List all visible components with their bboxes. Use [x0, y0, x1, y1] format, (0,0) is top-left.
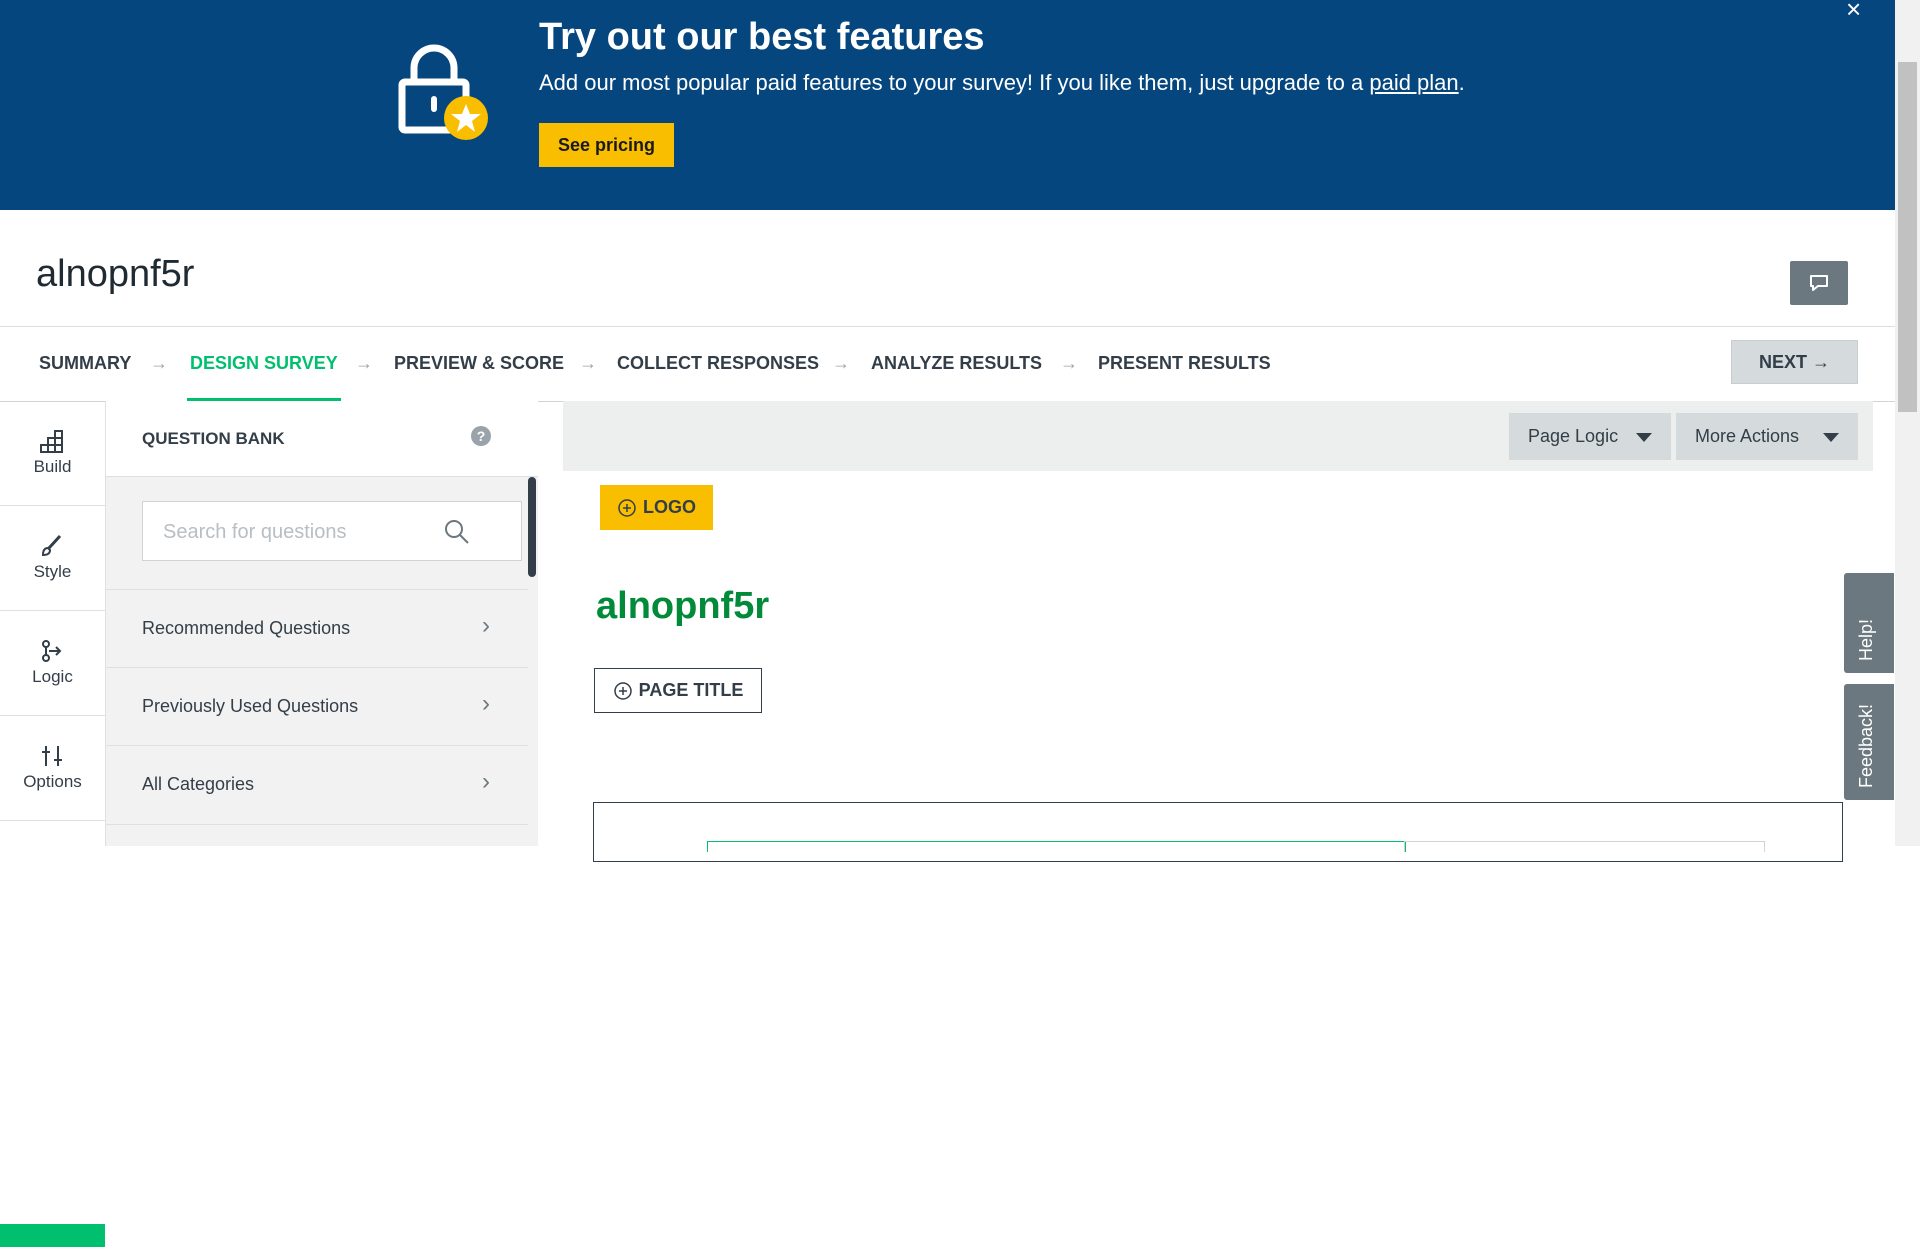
add-logo-button[interactable]: LOGO: [600, 485, 713, 530]
logic-icon: [42, 640, 62, 662]
options-icon: [42, 746, 62, 766]
survey-page: LOGO alnopnf5r PAGE TITLE: [563, 471, 1873, 862]
rail-active-item[interactable]: [0, 1224, 105, 1247]
survey-title: alnopnf5r: [36, 253, 195, 295]
question-type-field[interactable]: [1404, 841, 1765, 852]
comments-button[interactable]: [1790, 261, 1848, 305]
promo-banner: Try out our best features Add our most p…: [0, 0, 1895, 210]
all-categories-label: All Categories: [142, 774, 255, 794]
feedback-tab-label: Feedback!: [1856, 703, 1876, 788]
page-title-button-label: PAGE TITLE: [638, 679, 744, 700]
step-preview-score[interactable]: PREVIEW & SCORE: [394, 327, 564, 401]
previously-used-questions-label: Previously Used Questions: [142, 696, 359, 716]
arrow-right-icon: →: [1812, 351, 1831, 372]
brush-icon: [41, 534, 62, 557]
question-bank-header: QUESTION BANK ?: [106, 401, 538, 477]
all-categories-row[interactable]: All Categories ›: [106, 745, 528, 825]
question-field[interactable]: [707, 841, 1406, 852]
rail-style-label: Style: [33, 562, 72, 581]
help-tab-label: Help!: [1856, 618, 1876, 661]
recommended-questions-row[interactable]: Recommended Questions ›: [106, 589, 528, 668]
help-tab[interactable]: Help!: [1844, 573, 1894, 673]
step-arrow-icon: →: [579, 353, 597, 373]
rail-options-label: Options: [23, 772, 82, 791]
question-search-box[interactable]: [142, 501, 522, 561]
step-arrow-icon: →: [355, 353, 373, 373]
plus-circle-icon: [618, 499, 636, 517]
rail-logic[interactable]: Logic: [0, 611, 105, 716]
chevron-right-icon: ›: [482, 690, 490, 717]
next-button[interactable]: NEXT →: [1731, 340, 1858, 384]
rail-options[interactable]: Options: [0, 716, 105, 821]
banner-text-end: .: [1458, 70, 1465, 95]
lock-star-icon: [398, 44, 488, 140]
step-design-survey[interactable]: DESIGN SURVEY: [187, 327, 341, 401]
more-actions-button[interactable]: More Actions: [1676, 413, 1858, 460]
step-present-results[interactable]: PRESENT RESULTS: [1098, 327, 1271, 401]
previously-used-questions-row[interactable]: Previously Used Questions ›: [106, 667, 528, 746]
close-banner-icon[interactable]: ×: [1846, 0, 1861, 25]
help-icon[interactable]: ?: [471, 426, 491, 446]
recommended-questions-label: Recommended Questions: [142, 618, 351, 638]
banner-text: Add our most popular paid features to yo…: [539, 70, 1465, 96]
step-collect-responses[interactable]: COLLECT RESPONSES: [617, 327, 819, 401]
rail-build-label: Build: [33, 457, 72, 476]
banner-title: Try out our best features: [539, 16, 985, 58]
search-icon[interactable]: [443, 518, 471, 546]
question-search-input[interactable]: [161, 516, 455, 548]
chevron-right-icon: ›: [482, 768, 490, 795]
chevron-right-icon: ›: [482, 612, 490, 639]
scrollbar-thumb[interactable]: [1898, 62, 1917, 412]
step-analyze-results[interactable]: ANALYZE RESULTS: [871, 327, 1042, 401]
page-logic-label: Page Logic: [1528, 426, 1619, 446]
step-summary[interactable]: SUMMARY: [39, 327, 131, 401]
logo-button-label: LOGO: [643, 496, 696, 517]
page-logic-button[interactable]: Page Logic: [1509, 413, 1671, 460]
rail-build[interactable]: Build: [0, 401, 105, 506]
rail-logic-label: Logic: [32, 667, 73, 686]
step-arrow-icon: →: [150, 353, 168, 373]
caret-down-icon: [1823, 433, 1839, 442]
banner-text-body: Add our most popular paid features to yo…: [539, 70, 1370, 95]
page-survey-title[interactable]: alnopnf5r: [596, 585, 769, 628]
feedback-tab[interactable]: Feedback!: [1844, 684, 1894, 800]
page-scrollbar[interactable]: [1895, 0, 1920, 846]
build-icon: [40, 430, 63, 453]
see-pricing-button[interactable]: See pricing: [539, 123, 674, 167]
step-arrow-icon: →: [1060, 353, 1078, 373]
step-navigation: SUMMARY → DESIGN SURVEY → PREVIEW & SCOR…: [0, 326, 1895, 402]
survey-canvas: Page Logic More Actions LOGO alnopnf5r P…: [563, 401, 1873, 862]
comment-icon: [1810, 275, 1828, 291]
plus-circle-icon: [613, 682, 632, 700]
question-bank-panel: QUESTION BANK ? Recommended Questions › …: [106, 401, 538, 846]
caret-down-icon: [1636, 433, 1652, 442]
left-rail: Build Style Logic Options: [0, 401, 106, 1247]
more-actions-label: More Actions: [1695, 426, 1800, 446]
rail-style[interactable]: Style: [0, 506, 105, 611]
paid-plan-link[interactable]: paid plan: [1369, 70, 1458, 95]
canvas-toolbar: Page Logic More Actions: [563, 401, 1873, 471]
add-page-title-button[interactable]: PAGE TITLE: [594, 668, 762, 713]
question-card[interactable]: [593, 802, 1843, 862]
step-arrow-icon: →: [832, 353, 850, 373]
question-bank-scroll-thumb[interactable]: [528, 477, 536, 577]
question-bank-title: QUESTION BANK: [142, 429, 285, 448]
next-label: NEXT: [1758, 351, 1807, 372]
